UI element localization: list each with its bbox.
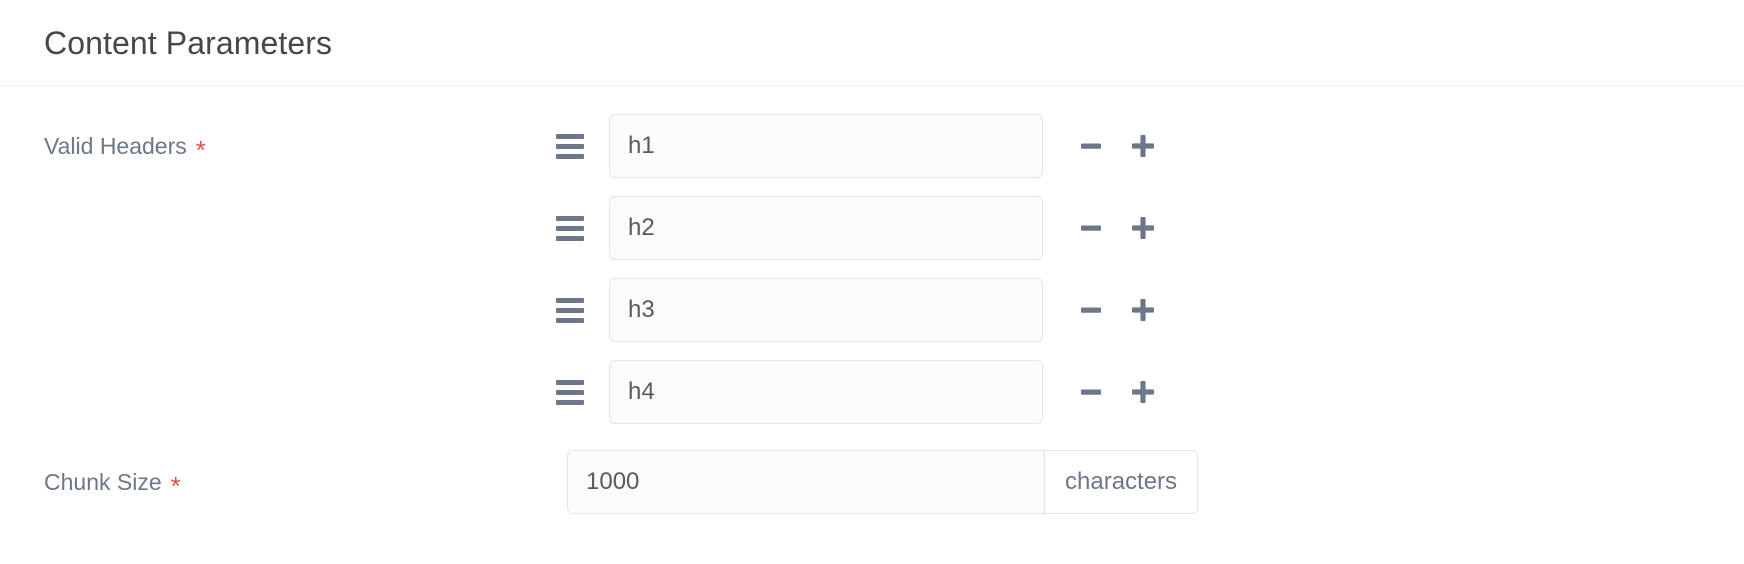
chunk-size-input[interactable] <box>567 450 1045 514</box>
add-row-button[interactable] <box>1117 366 1169 418</box>
drag-handle-bar <box>556 317 584 323</box>
chunk-size-label: Chunk Size <box>44 468 162 495</box>
minus-icon <box>1081 225 1101 231</box>
required-asterisk: * <box>170 471 181 501</box>
list-item <box>549 196 1744 260</box>
add-row-button[interactable] <box>1117 284 1169 336</box>
valid-headers-label-cell: Valid Headers * <box>0 114 549 178</box>
drag-handle-bar <box>556 215 584 221</box>
drag-handle-bar <box>556 235 584 241</box>
drag-handle-bar <box>556 307 584 313</box>
valid-header-input[interactable] <box>609 114 1043 178</box>
valid-header-input[interactable] <box>609 360 1043 424</box>
drag-handle-bar <box>556 379 584 385</box>
minus-icon <box>1081 389 1101 395</box>
row-buttons <box>1065 202 1169 254</box>
valid-headers-label: Valid Headers <box>44 132 187 159</box>
drag-handle-bar <box>556 133 584 139</box>
remove-row-button[interactable] <box>1065 284 1117 336</box>
drag-handle-bar <box>556 389 584 395</box>
required-asterisk: * <box>195 135 206 165</box>
remove-row-button[interactable] <box>1065 202 1117 254</box>
valid-header-input[interactable] <box>609 196 1043 260</box>
drag-handle-icon[interactable] <box>549 196 591 260</box>
drag-handle-bar <box>556 143 584 149</box>
remove-row-button[interactable] <box>1065 120 1117 172</box>
drag-handle-bar <box>556 153 584 159</box>
plus-icon <box>1132 217 1154 239</box>
list-item <box>549 114 1744 178</box>
plus-icon <box>1132 135 1154 157</box>
plus-icon <box>1132 299 1154 321</box>
plus-icon <box>1132 381 1154 403</box>
drag-handle-bar <box>556 399 584 405</box>
drag-handle-icon[interactable] <box>549 360 591 424</box>
remove-row-button[interactable] <box>1065 366 1117 418</box>
minus-icon <box>1081 143 1101 149</box>
form-body: Valid Headers * h1 h2 h3 h4 Chunk Size *… <box>0 86 1744 514</box>
form-row-chunk-size: Chunk Size * characters <box>0 450 1744 514</box>
chunk-size-control: characters <box>549 450 1744 514</box>
row-buttons <box>1065 284 1169 336</box>
chunk-size-unit-addon: characters <box>1045 450 1199 514</box>
drag-handle-icon[interactable] <box>549 278 591 342</box>
drag-handle-bar <box>556 297 584 303</box>
valid-headers-list <box>549 114 1744 424</box>
row-buttons <box>1065 120 1169 172</box>
content-parameters-panel: Content Parameters Valid Headers * h1 h2… <box>0 0 1744 564</box>
list-item <box>549 278 1744 342</box>
chunk-size-label-cell: Chunk Size * <box>0 450 549 514</box>
form-row-valid-headers: Valid Headers * <box>0 114 1744 424</box>
row-spacer <box>0 424 1744 450</box>
add-row-button[interactable] <box>1117 120 1169 172</box>
add-row-button[interactable] <box>1117 202 1169 254</box>
drag-handle-icon[interactable] <box>549 114 591 178</box>
minus-icon <box>1081 307 1101 313</box>
page-title: Content Parameters <box>44 24 333 61</box>
row-buttons <box>1065 366 1169 418</box>
valid-header-input[interactable] <box>609 278 1043 342</box>
drag-handle-bar <box>556 225 584 231</box>
chunk-size-input-group: characters <box>567 450 1744 514</box>
panel-header: Content Parameters <box>0 0 1744 86</box>
list-item <box>549 360 1744 424</box>
